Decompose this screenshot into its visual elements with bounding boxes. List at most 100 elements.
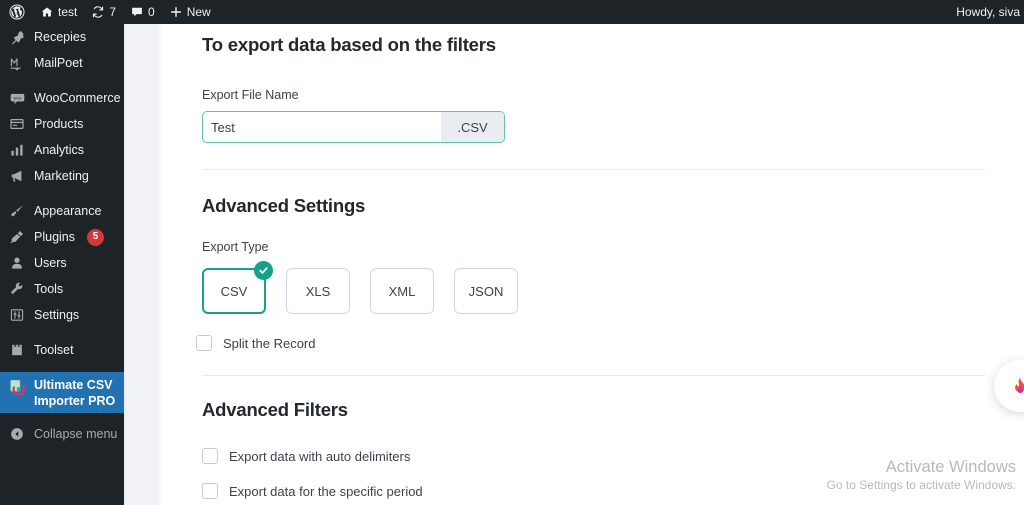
sidebar-item-marketing[interactable]: Marketing [0,163,124,189]
export-type-options: CSV XLS XML JSON [202,261,1024,314]
comments-count: 0 [148,5,155,19]
analytics-bars-icon [0,142,34,158]
sidebar-separator [0,363,124,372]
filter-label-specific-period: Export data for the specific period [229,483,423,499]
sidebar-item-ultimate-csv-importer-pro[interactable]: Ultimate CSV Importer PRO [0,372,124,413]
svg-text:woo: woo [13,95,21,100]
content-inner: To export data based on the filters Expo… [164,34,1024,505]
export-type-label-csv: CSV [220,283,248,299]
sidebar-separator [0,189,124,198]
export-type-label-json: JSON [468,283,504,299]
main-content: To export data based on the filters Expo… [164,24,1024,505]
sidebar-item-label: Toolset [34,343,74,357]
sidebar-item-label: Settings [34,308,80,322]
comment-icon [130,5,144,19]
content-gutter [124,24,164,505]
admin-bar-updates[interactable]: 7 [84,0,123,24]
chat-support-icon [1009,375,1024,397]
paintbrush-icon [0,203,34,219]
activate-windows-watermark: Activate Windows Go to Settings to activ… [827,457,1016,493]
watermark-subtitle: Go to Settings to activate Windows. [826,478,1016,492]
updates-icon [91,5,105,19]
export-type-xml[interactable]: XML [370,268,434,314]
sidebar-separator [0,76,124,85]
export-type-label-xls: XLS [305,283,331,299]
split-record-row[interactable]: Split the Record [196,335,1024,351]
filter-label-auto-delimiters: Export data with auto delimiters [229,448,411,464]
plugins-update-badge: 5 [87,228,104,246]
admin-bar-right: Howdy, siva [956,0,1024,24]
export-file-name-input[interactable] [203,112,441,142]
divider [202,375,985,376]
advanced-filters-title: Advanced Filters [202,399,348,420]
export-type-xls[interactable]: XLS [286,268,350,314]
sidebar-item-label: Ultimate CSV Importer PRO [34,378,116,408]
check-icon [254,261,273,280]
wordpress-logo-button[interactable] [0,0,33,24]
export-file-name-input-wrap[interactable]: .CSV [202,111,505,143]
split-record-label: Split the Record [223,335,316,351]
export-file-name-field: Export File Name .CSV [202,88,1024,143]
sidebar-item-analytics[interactable]: Analytics [0,137,124,163]
collapse-menu-label: Collapse menu [34,427,118,441]
sidebar-item-label: Appearance [34,204,102,218]
sidebar-item-label: Users [34,256,67,270]
sidebar-item-label: Recepies [34,30,87,44]
filter-checkbox-specific-period[interactable] [202,483,218,499]
collapse-arrow-icon [0,426,34,442]
sidebar-item-mailpoet[interactable]: MailPoet [0,50,124,76]
sidebar-item-label: Plugins [34,230,75,244]
sidebar-item-label: Products [34,117,84,131]
user-icon [0,255,34,271]
updates-count: 7 [109,5,117,19]
export-file-name-label: Export File Name [202,88,299,102]
sidebar-item-users[interactable]: Users [0,250,124,276]
plus-icon [169,5,183,19]
wordpress-logo-icon [9,4,25,20]
sidebar-item-settings[interactable]: Settings [0,302,124,328]
sidebar-item-label: MailPoet [34,56,83,70]
sidebar-item-label: WooCommerce [34,91,121,105]
admin-bar-site-name[interactable]: test [33,0,84,24]
admin-bar-comments[interactable]: 0 [123,0,162,24]
advanced-settings-title: Advanced Settings [202,195,366,216]
export-type-label: Export Type [202,240,269,254]
sidebar-item-woocommerce[interactable]: woo WooCommerce [0,85,124,111]
pin-icon [0,29,34,45]
export-type-csv[interactable]: CSV [202,261,273,314]
export-type-json[interactable]: JSON [454,268,518,314]
mailpoet-m-icon [0,55,34,71]
toolset-icon [0,342,34,358]
wp-admin-bar: test 7 0 New Howdy, siva [0,0,1024,24]
ultimate-csv-importer-icon [0,377,34,397]
watermark-title: Activate Windows [885,458,1016,476]
screen: test 7 0 New Howdy, siva Recepies MailPo… [0,0,1024,505]
admin-bar-new-content[interactable]: New [162,0,218,24]
sidebar-item-plugins[interactable]: Plugins 5 [0,224,124,250]
home-icon [40,5,54,19]
admin-bar-left: test 7 0 New [0,0,218,24]
sidebar-separator [0,328,124,337]
sidebar-item-label: Analytics [34,143,85,157]
new-content-label: New [186,5,211,19]
divider [202,169,985,170]
collapse-menu-button[interactable]: Collapse menu [0,419,124,449]
file-extension-suffix: .CSV [441,112,504,142]
site-name-label: test [58,5,78,19]
megaphone-icon [0,168,34,184]
filter-checkbox-auto-delimiters[interactable] [202,448,218,464]
split-record-checkbox[interactable] [196,335,212,351]
sidebar-item-appearance[interactable]: Appearance [0,198,124,224]
admin-sidebar-menu: Recepies MailPoet woo WooCommerce Produc… [0,24,124,505]
sidebar-item-tools[interactable]: Tools [0,276,124,302]
sidebar-item-label: Marketing [34,169,89,183]
sidebar-item-label: Tools [34,282,64,296]
sidebar-item-products[interactable]: Products [0,111,124,137]
sidebar-item-toolset[interactable]: Toolset [0,337,124,363]
plug-icon [0,229,34,245]
howdy-greeting[interactable]: Howdy, siva [956,5,1020,19]
export-type-label-xml: XML [388,283,416,299]
sidebar-item-recepies[interactable]: Recepies [0,24,124,50]
woocommerce-icon: woo [0,90,34,107]
wrench-icon [0,281,34,297]
